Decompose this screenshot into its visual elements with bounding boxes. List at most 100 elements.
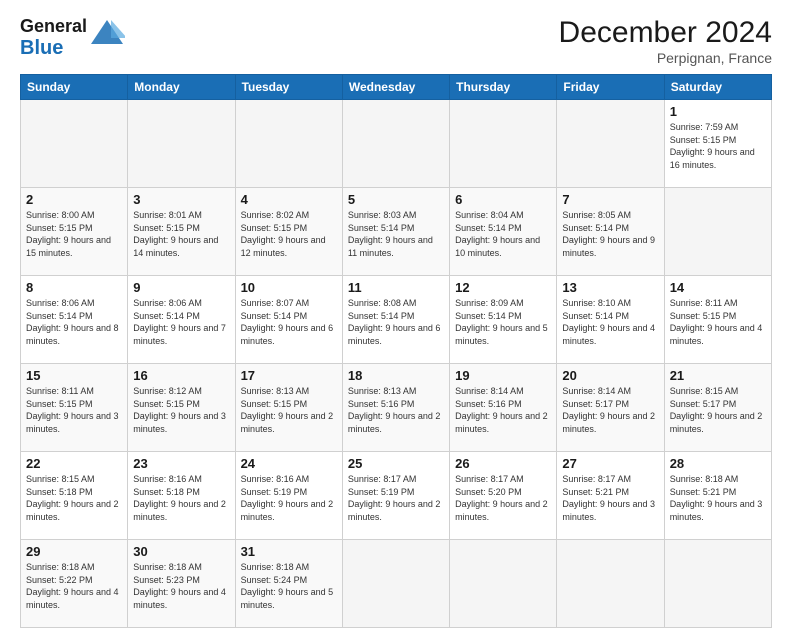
- day-info: Sunrise: 7:59 AMSunset: 5:15 PMDaylight:…: [670, 122, 755, 170]
- day-info: Sunrise: 8:17 AMSunset: 5:19 PMDaylight:…: [348, 474, 441, 522]
- day-cell-26: 26 Sunrise: 8:17 AMSunset: 5:20 PMDayligh…: [450, 452, 557, 540]
- calendar-week-1: 2Sunrise: 8:00 AMSunset: 5:15 PMDaylight…: [21, 188, 772, 276]
- day-info: Sunrise: 8:14 AMSunset: 5:17 PMDaylight:…: [562, 386, 655, 434]
- col-header-saturday: Saturday: [664, 75, 771, 100]
- day-cell-22: 22 Sunrise: 8:15 AMSunset: 5:18 PMDayligh…: [21, 452, 128, 540]
- day-number: 28: [670, 456, 766, 471]
- calendar-week-3: 15 Sunrise: 8:11 AMSunset: 5:15 PMDayligh…: [21, 364, 772, 452]
- day-cell-17: 17 Sunrise: 8:13 AMSunset: 5:15 PMDayligh…: [235, 364, 342, 452]
- day-info: Sunrise: 8:17 AMSunset: 5:20 PMDaylight:…: [455, 474, 548, 522]
- col-header-wednesday: Wednesday: [342, 75, 449, 100]
- day-cell-20: 20Sunrise: 8:14 AMSunset: 5:17 PMDayligh…: [557, 364, 664, 452]
- day-number: 17: [241, 368, 337, 383]
- day-number: 9: [133, 280, 229, 295]
- day-number: 16: [133, 368, 229, 383]
- day-info: Sunrise: 8:11 AMSunset: 5:15 PMDaylight:…: [26, 386, 119, 434]
- day-number: 12: [455, 280, 551, 295]
- day-number: 10: [241, 280, 337, 295]
- day-number: 24: [241, 456, 337, 471]
- col-header-sunday: Sunday: [21, 75, 128, 100]
- day-info: Sunrise: 8:16 AMSunset: 5:19 PMDaylight:…: [241, 474, 334, 522]
- day-number: 5: [348, 192, 444, 207]
- col-header-monday: Monday: [128, 75, 235, 100]
- day-cell-11: 11 Sunrise: 8:08 AMSunset: 5:14 PMDayligh…: [342, 276, 449, 364]
- calendar-week-0: 1 Sunrise: 7:59 AMSunset: 5:15 PMDaylight…: [21, 100, 772, 188]
- empty-cell: [664, 188, 771, 276]
- day-info: Sunrise: 8:08 AMSunset: 5:14 PMDaylight:…: [348, 298, 441, 346]
- day-cell-21: 21Sunrise: 8:15 AMSunset: 5:17 PMDayligh…: [664, 364, 771, 452]
- day-number: 26: [455, 456, 551, 471]
- empty-cell: [557, 100, 664, 188]
- day-cell-23: 23Sunrise: 8:16 AMSunset: 5:18 PMDayligh…: [128, 452, 235, 540]
- subtitle: Perpignan, France: [559, 50, 772, 66]
- logo-icon: [89, 16, 125, 52]
- day-info: Sunrise: 8:05 AMSunset: 5:14 PMDaylight:…: [562, 210, 655, 258]
- empty-cell: [128, 100, 235, 188]
- logo-blue: Blue: [20, 37, 63, 59]
- day-cell-14: 14Sunrise: 8:11 AMSunset: 5:15 PMDayligh…: [664, 276, 771, 364]
- day-info: Sunrise: 8:00 AMSunset: 5:15 PMDaylight:…: [26, 210, 111, 258]
- col-header-thursday: Thursday: [450, 75, 557, 100]
- day-number: 7: [562, 192, 658, 207]
- day-info: Sunrise: 8:09 AMSunset: 5:14 PMDaylight:…: [455, 298, 548, 346]
- day-info: Sunrise: 8:06 AMSunset: 5:14 PMDaylight:…: [133, 298, 226, 346]
- day-cell-1: 1 Sunrise: 7:59 AMSunset: 5:15 PMDaylight…: [664, 100, 771, 188]
- calendar-table: SundayMondayTuesdayWednesdayThursdayFrid…: [20, 74, 772, 628]
- day-info: Sunrise: 8:04 AMSunset: 5:14 PMDaylight:…: [455, 210, 540, 258]
- day-cell-6: 6 Sunrise: 8:04 AMSunset: 5:14 PMDaylight…: [450, 188, 557, 276]
- day-number: 3: [133, 192, 229, 207]
- day-number: 15: [26, 368, 122, 383]
- day-cell-7: 7 Sunrise: 8:05 AMSunset: 5:14 PMDaylight…: [557, 188, 664, 276]
- day-cell-16: 16 Sunrise: 8:12 AMSunset: 5:15 PMDayligh…: [128, 364, 235, 452]
- day-number: 29: [26, 544, 122, 559]
- day-cell-18: 18 Sunrise: 8:13 AMSunset: 5:16 PMDayligh…: [342, 364, 449, 452]
- day-info: Sunrise: 8:13 AMSunset: 5:15 PMDaylight:…: [241, 386, 334, 434]
- logo: General Blue: [20, 16, 125, 60]
- day-info: Sunrise: 8:15 AMSunset: 5:18 PMDaylight:…: [26, 474, 119, 522]
- day-info: Sunrise: 8:18 AMSunset: 5:23 PMDaylight:…: [133, 562, 226, 610]
- day-cell-8: 8Sunrise: 8:06 AMSunset: 5:14 PMDaylight…: [21, 276, 128, 364]
- calendar-header-row: SundayMondayTuesdayWednesdayThursdayFrid…: [21, 75, 772, 100]
- day-info: Sunrise: 8:03 AMSunset: 5:14 PMDaylight:…: [348, 210, 433, 258]
- logo-general: General: [20, 16, 87, 36]
- day-number: 13: [562, 280, 658, 295]
- day-cell-29: 29 Sunrise: 8:18 AMSunset: 5:22 PMDayligh…: [21, 540, 128, 628]
- day-info: Sunrise: 8:16 AMSunset: 5:18 PMDaylight:…: [133, 474, 226, 522]
- day-cell-5: 5 Sunrise: 8:03 AMSunset: 5:14 PMDaylight…: [342, 188, 449, 276]
- day-info: Sunrise: 8:02 AMSunset: 5:15 PMDaylight:…: [241, 210, 326, 258]
- day-number: 25: [348, 456, 444, 471]
- empty-cell: [235, 100, 342, 188]
- day-number: 22: [26, 456, 122, 471]
- day-cell-3: 3Sunrise: 8:01 AMSunset: 5:15 PMDaylight…: [128, 188, 235, 276]
- empty-cell: [664, 540, 771, 628]
- day-info: Sunrise: 8:12 AMSunset: 5:15 PMDaylight:…: [133, 386, 226, 434]
- col-header-tuesday: Tuesday: [235, 75, 342, 100]
- day-info: Sunrise: 8:13 AMSunset: 5:16 PMDaylight:…: [348, 386, 441, 434]
- calendar-week-4: 22 Sunrise: 8:15 AMSunset: 5:18 PMDayligh…: [21, 452, 772, 540]
- day-cell-15: 15 Sunrise: 8:11 AMSunset: 5:15 PMDayligh…: [21, 364, 128, 452]
- day-number: 31: [241, 544, 337, 559]
- empty-cell: [450, 100, 557, 188]
- day-cell-28: 28Sunrise: 8:18 AMSunset: 5:21 PMDayligh…: [664, 452, 771, 540]
- day-info: Sunrise: 8:11 AMSunset: 5:15 PMDaylight:…: [670, 298, 763, 346]
- day-number: 1: [670, 104, 766, 119]
- empty-cell: [342, 540, 449, 628]
- day-cell-12: 12 Sunrise: 8:09 AMSunset: 5:14 PMDayligh…: [450, 276, 557, 364]
- day-info: Sunrise: 8:15 AMSunset: 5:17 PMDaylight:…: [670, 386, 763, 434]
- day-cell-30: 30Sunrise: 8:18 AMSunset: 5:23 PMDayligh…: [128, 540, 235, 628]
- day-number: 4: [241, 192, 337, 207]
- day-number: 18: [348, 368, 444, 383]
- day-cell-31: 31Sunrise: 8:18 AMSunset: 5:24 PMDayligh…: [235, 540, 342, 628]
- day-info: Sunrise: 8:18 AMSunset: 5:22 PMDaylight:…: [26, 562, 119, 610]
- header: General Blue December 2024 Perpignan, Fr…: [20, 16, 772, 66]
- day-number: 6: [455, 192, 551, 207]
- day-info: Sunrise: 8:14 AMSunset: 5:16 PMDaylight:…: [455, 386, 548, 434]
- col-header-friday: Friday: [557, 75, 664, 100]
- day-info: Sunrise: 8:07 AMSunset: 5:14 PMDaylight:…: [241, 298, 334, 346]
- page: General Blue December 2024 Perpignan, Fr…: [0, 0, 792, 612]
- empty-cell: [21, 100, 128, 188]
- day-cell-24: 24 Sunrise: 8:16 AMSunset: 5:19 PMDayligh…: [235, 452, 342, 540]
- day-number: 11: [348, 280, 444, 295]
- day-cell-27: 27Sunrise: 8:17 AMSunset: 5:21 PMDayligh…: [557, 452, 664, 540]
- day-cell-13: 13Sunrise: 8:10 AMSunset: 5:14 PMDayligh…: [557, 276, 664, 364]
